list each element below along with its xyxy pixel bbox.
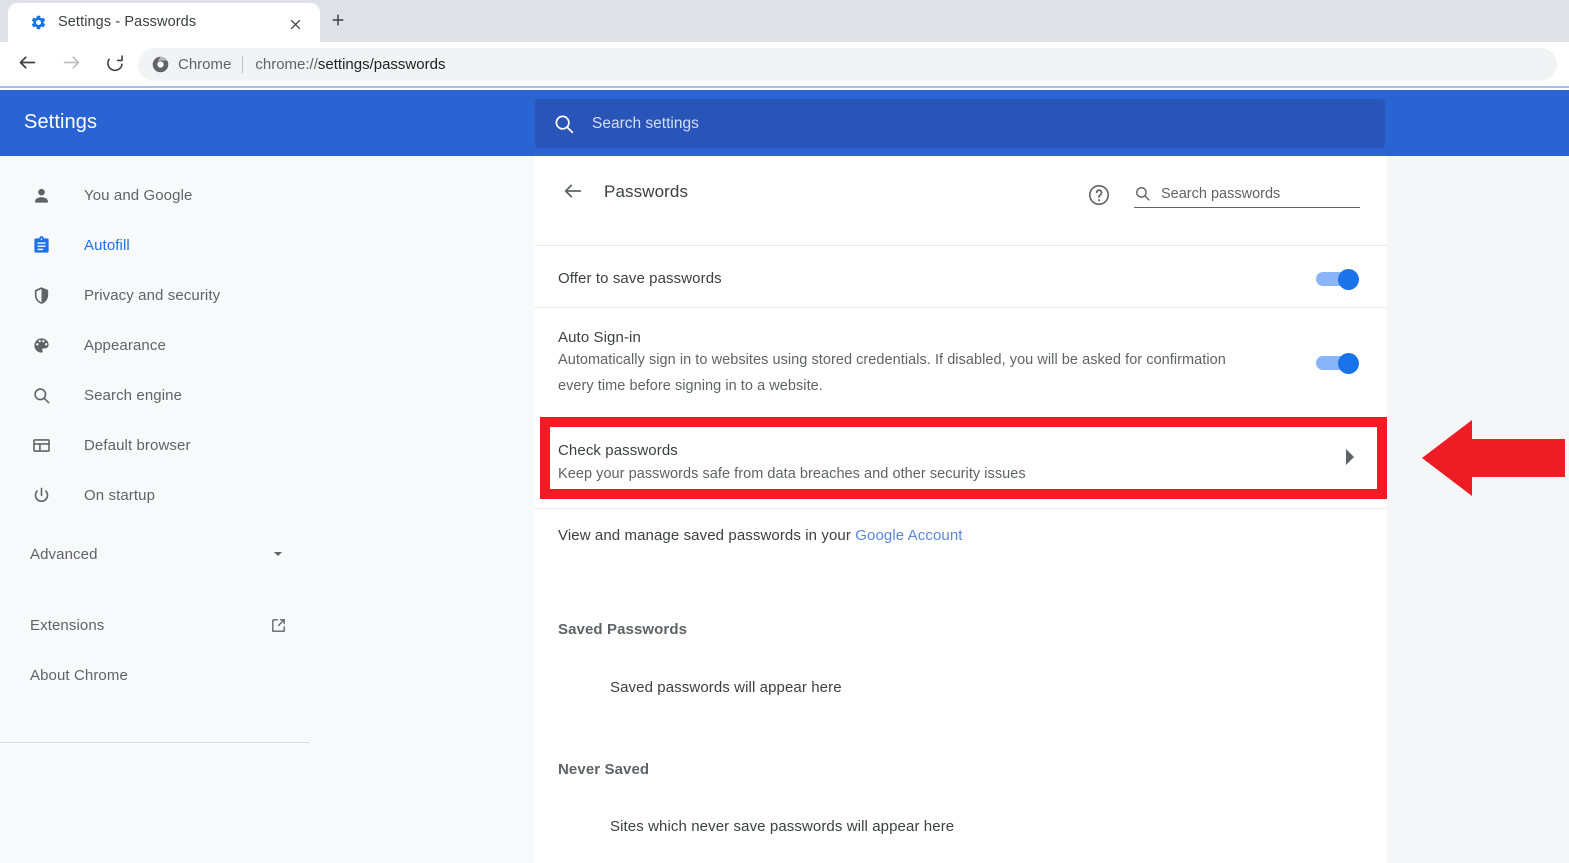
sidebar-item-appearance[interactable]: Appearance [0, 324, 310, 366]
sidebar-item-search-engine[interactable]: Search engine [0, 374, 310, 416]
arrow-left-icon [17, 52, 38, 78]
settings-title: Settings [24, 111, 98, 133]
omnibox-url-scheme: chrome:// [255, 56, 318, 73]
saved-passwords-empty: Saved passwords will appear here [610, 679, 842, 696]
sidebar-item-label: Default browser [84, 436, 191, 454]
sidebar-extensions-label: Extensions [30, 616, 105, 634]
open-in-new-icon [268, 615, 288, 635]
toggle-knob [1338, 269, 1359, 290]
sidebar-item-label: On startup [84, 486, 156, 504]
person-icon [29, 183, 53, 207]
settings-sidebar: You and Google Autofill Privacy and secu… [0, 156, 534, 863]
check-passwords-description: Keep your passwords safe from data breac… [558, 466, 1026, 482]
omnibox-site-label: Chrome [178, 56, 232, 73]
toggle-knob [1338, 353, 1359, 374]
row-divider [534, 245, 1387, 246]
reload-icon [105, 53, 125, 78]
settings-search-box[interactable]: Search settings [535, 99, 1385, 148]
browser-tab[interactable]: Settings - Passwords [8, 3, 320, 42]
settings-search-placeholder: Search settings [592, 114, 699, 132]
new-tab-button[interactable] [324, 8, 352, 36]
sidebar-item-advanced[interactable]: Advanced [0, 533, 310, 575]
omnibox-url: chrome://settings/passwords [255, 56, 445, 73]
sidebar-item-you-and-google[interactable]: You and Google [0, 174, 310, 216]
close-icon[interactable] [284, 13, 306, 35]
clipboard-icon [29, 233, 53, 257]
forward-button[interactable] [56, 50, 86, 80]
address-bar[interactable]: Chrome chrome://settings/passwords [138, 48, 1557, 81]
auto-signin-description: Automatically sign in to websites using … [558, 352, 1226, 394]
chevron-down-icon [268, 544, 288, 564]
sidebar-about-label: About Chrome [30, 666, 128, 684]
browser-toolbar: Chrome chrome://settings/passwords [0, 42, 1569, 88]
sidebar-item-label: Search engine [84, 386, 183, 404]
tab-strip: Settings - Passwords [0, 0, 1569, 42]
reload-button[interactable] [100, 50, 130, 80]
google-account-link[interactable]: Google Account [855, 527, 962, 544]
palette-icon [29, 333, 53, 357]
omnibox-separator [242, 56, 244, 73]
arrow-left-pointer-icon [1422, 420, 1565, 496]
sidebar-item-privacy-and-security[interactable]: Privacy and security [0, 274, 310, 316]
offer-to-save-toggle[interactable] [1316, 269, 1362, 290]
manage-passwords-line: View and manage saved passwords in your … [558, 527, 963, 544]
never-saved-heading: Never Saved [558, 761, 650, 778]
sidebar-item-on-startup[interactable]: On startup [0, 474, 310, 516]
auto-signin-toggle[interactable] [1316, 353, 1362, 374]
sidebar-item-about-chrome[interactable]: About Chrome [0, 654, 310, 696]
search-icon [29, 383, 53, 407]
sidebar-advanced-label: Advanced [30, 545, 98, 563]
search-passwords-placeholder: Search passwords [1161, 185, 1281, 202]
row-divider [534, 508, 1387, 509]
manage-passwords-text: View and manage saved passwords in your [558, 527, 856, 544]
power-icon [29, 483, 53, 507]
offer-to-save-label: Offer to save passwords [558, 270, 722, 287]
sidebar-divider [0, 742, 310, 743]
sidebar-item-label: Privacy and security [84, 286, 221, 304]
check-passwords-label: Check passwords [558, 442, 678, 459]
sidebar-item-label: You and Google [84, 186, 193, 204]
row-divider [534, 307, 1387, 308]
sidebar-item-label: Appearance [84, 336, 166, 354]
saved-passwords-heading: Saved Passwords [558, 621, 688, 638]
back-button[interactable] [12, 50, 42, 80]
sidebar-item-label: Autofill [84, 236, 130, 254]
sidebar-item-extensions[interactable]: Extensions [0, 604, 310, 646]
omnibox-url-path: settings/passwords [317, 56, 446, 73]
search-icon [1134, 185, 1151, 202]
shield-icon [29, 283, 53, 307]
gear-icon [30, 14, 47, 31]
tab-title: Settings - Passwords [58, 14, 197, 30]
search-passwords-input[interactable]: Search passwords [1134, 180, 1360, 208]
never-saved-empty: Sites which never save passwords will ap… [610, 818, 955, 835]
sidebar-item-autofill[interactable]: Autofill [0, 224, 310, 266]
panel-back-button[interactable] [558, 178, 588, 208]
chrome-icon [152, 56, 169, 73]
page-title: Passwords [604, 182, 689, 201]
search-icon [553, 113, 575, 135]
passwords-panel: Passwords Search passwords Offer to save… [534, 156, 1387, 863]
check-passwords-row[interactable]: Check passwords Keep your passwords safe… [540, 417, 1387, 499]
arrow-left-icon [562, 180, 584, 207]
arrow-right-icon [61, 52, 82, 78]
auto-signin-label: Auto Sign-in [558, 329, 641, 346]
plus-icon [330, 12, 346, 33]
help-circle-icon[interactable] [1086, 182, 1112, 208]
sidebar-item-default-browser[interactable]: Default browser [0, 424, 310, 466]
browser-window-icon [29, 433, 53, 457]
browser-window: Settings - Passwords Chrome chrome://set… [0, 0, 1569, 863]
chevron-right-icon[interactable] [1342, 448, 1356, 466]
